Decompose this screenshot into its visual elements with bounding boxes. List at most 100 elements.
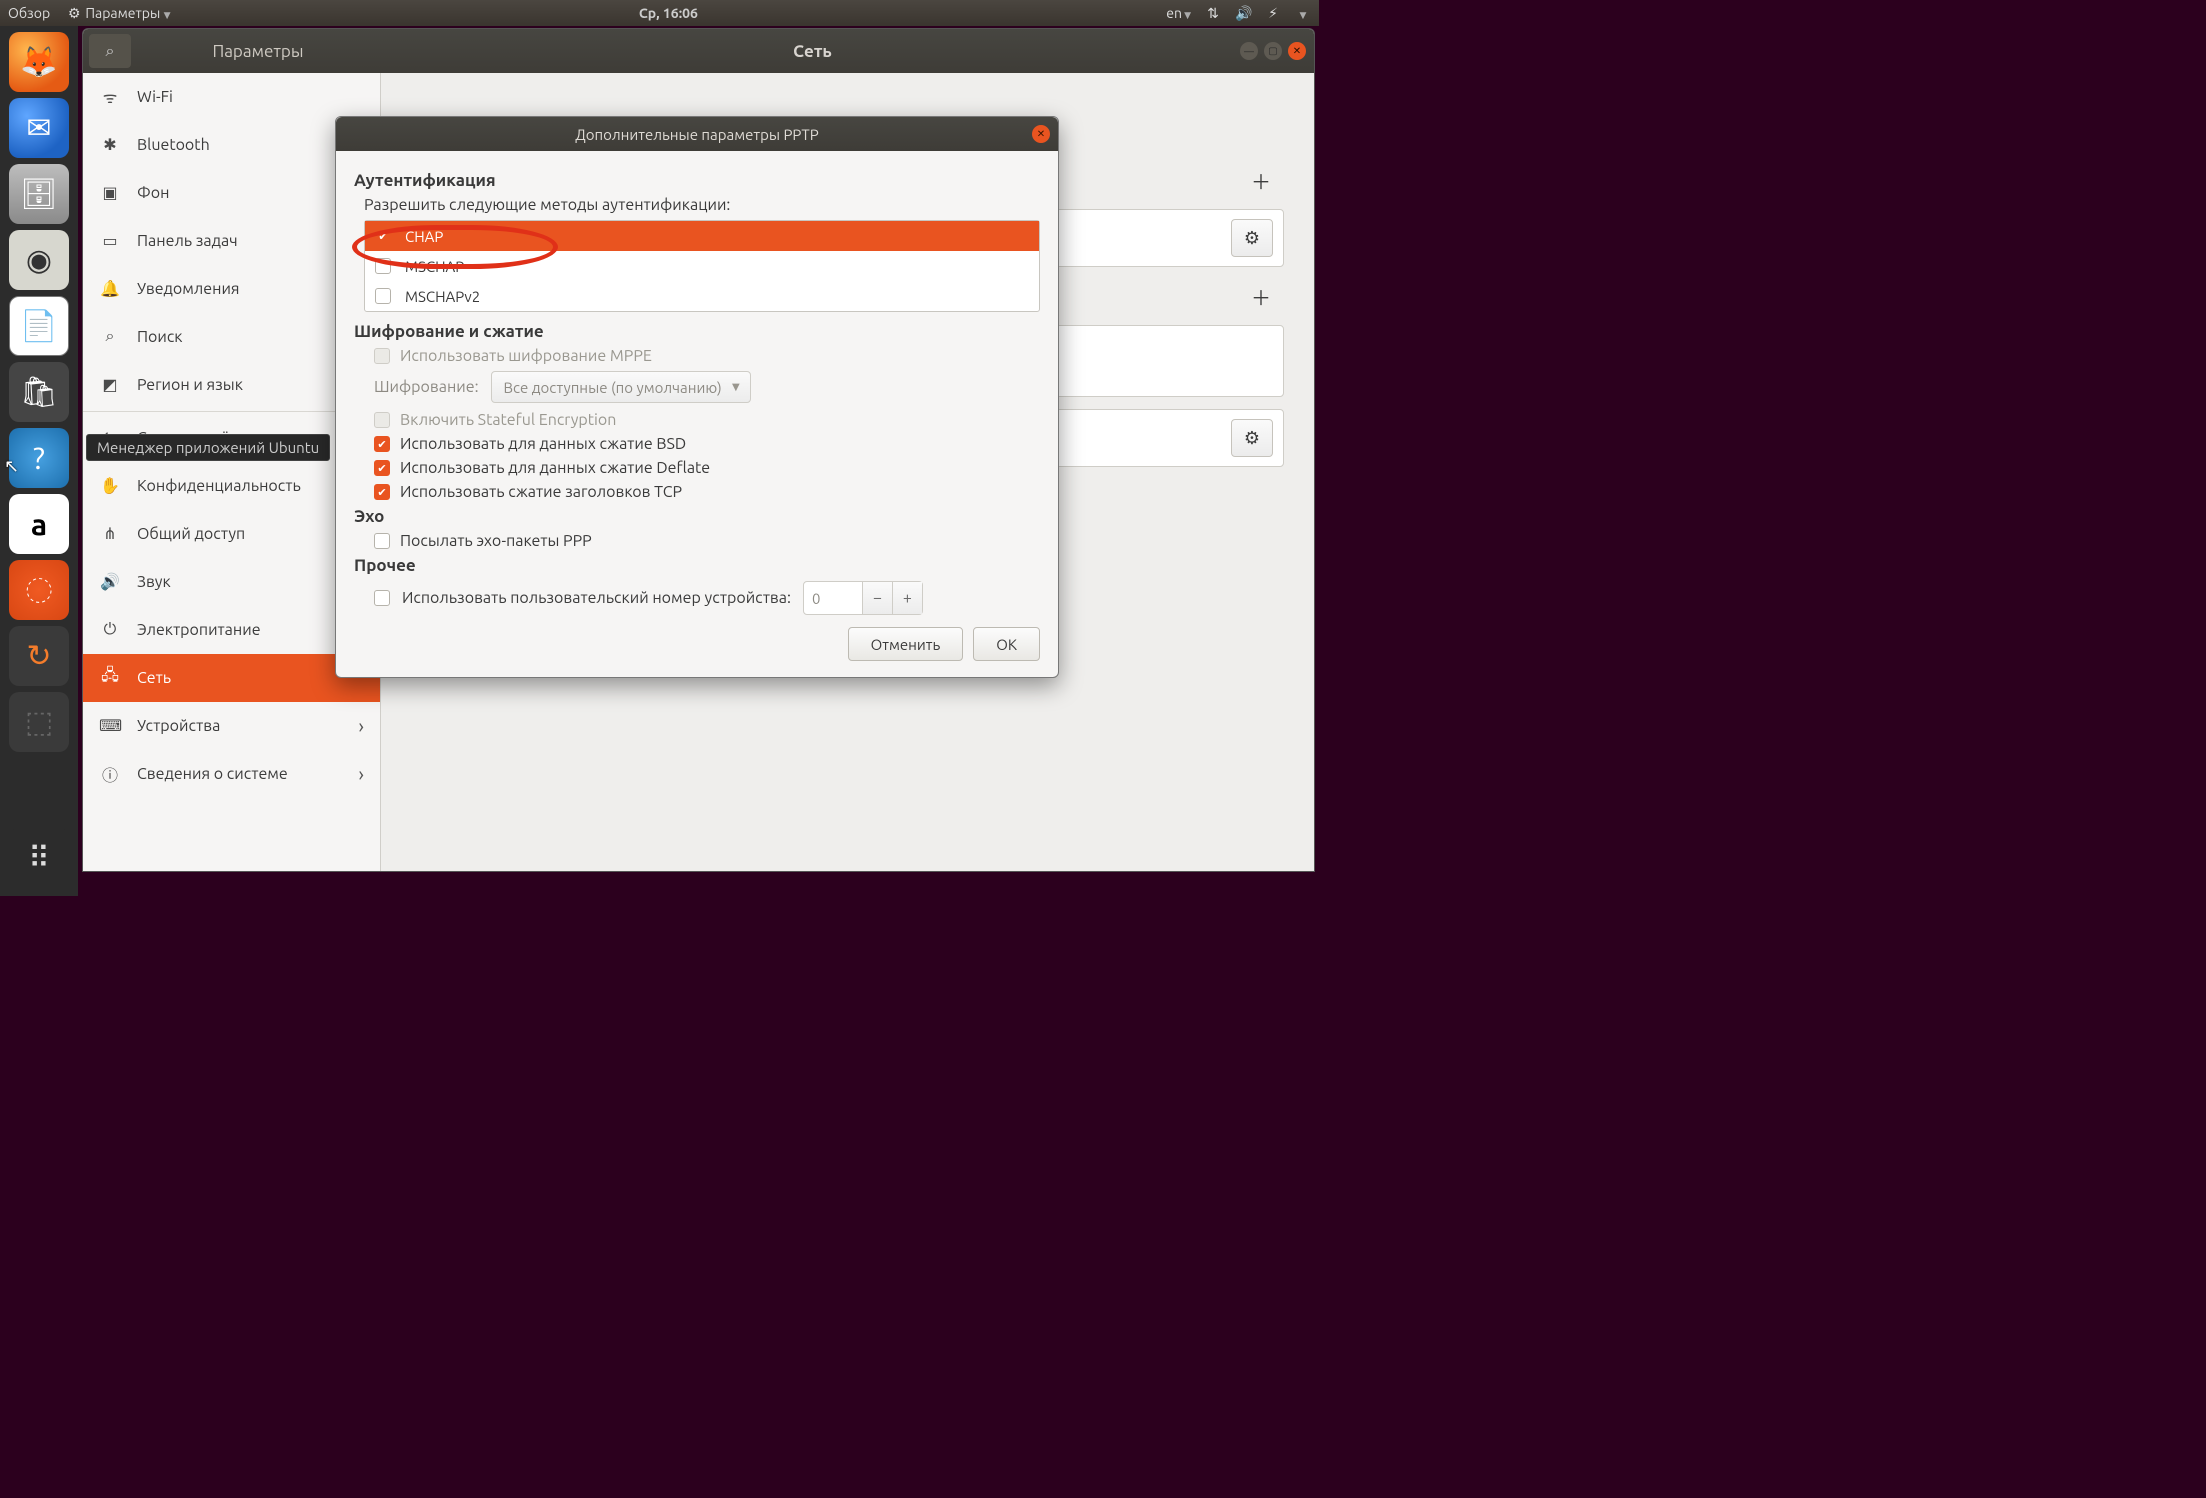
launcher-help[interactable]: ? [9,428,69,488]
window-center-title: Сеть [385,42,1240,61]
auth-method-label: MSCHAPv2 [405,288,480,305]
bsd-compress-checkbox[interactable]: ✔ Использовать для данных сжатие BSD [374,435,1040,453]
spin-up-button[interactable]: + [892,582,922,614]
encryption-section-header: Шифрование и сжатие [354,322,1040,341]
cancel-button[interactable]: Отменить [848,627,964,661]
connection-settings-button[interactable]: ⚙ [1231,219,1273,257]
add-connection-button[interactable]: ＋ [1248,166,1274,195]
auth-method-label: CHAP [405,228,443,245]
volume-icon[interactable]: 🔊 [1235,5,1251,22]
sidebar-item-wifi[interactable]: ᯤ Wi-Fi [83,73,380,121]
window-close[interactable]: ✕ [1288,42,1306,60]
close-icon: ✕ [1037,128,1045,140]
launcher-files[interactable]: 🗄 [9,164,69,224]
window-titlebar[interactable]: ⌕ Параметры Сеть — ▢ ✕ [83,29,1314,73]
pptp-advanced-dialog: Дополнительные параметры PPTP ✕ Аутентиф… [335,116,1059,678]
launcher-tooltip: Менеджер приложений Ubuntu [86,434,330,461]
app-menu[interactable]: ⚙ Параметры [66,5,170,22]
checkbox-icon[interactable] [374,533,390,549]
battery-icon[interactable]: ⚡ [1265,5,1281,22]
option-label: Использовать для данных сжатие Deflate [400,459,710,477]
option-label: Использовать сжатие заголовков TCP [400,483,682,501]
option-label: Использовать пользовательский номер устр… [402,589,791,607]
use-mppe-checkbox: Использовать шифрование MPPE [374,347,1040,365]
launcher-amazon[interactable]: a [9,494,69,554]
sidebar-item-details[interactable]: ⓘСведения о системе [83,750,380,798]
checkbox-checked-icon[interactable]: ✔ [374,436,390,452]
system-menu[interactable] [1295,5,1311,21]
option-label: Использовать для данных сжатие BSD [400,435,686,453]
gear-icon: ⚙ [1244,228,1260,249]
checkbox-icon [374,348,390,364]
unit-number-input[interactable] [804,590,862,607]
share-icon: ⋔ [99,524,121,543]
dock-icon: ▭ [99,231,121,250]
launcher-firefox[interactable]: 🦊 [9,32,69,92]
info-icon: ⓘ [99,762,121,786]
sidebar-label: Общий доступ [137,525,245,543]
privacy-icon: ✋ [99,476,121,495]
launcher-extra[interactable]: ⬚ [9,692,69,752]
echo-section-header: Эхо [354,507,1040,526]
auth-section-header: Аутентификация [354,171,1040,190]
search-button[interactable]: ⌕ [89,34,131,68]
sidebar-label: Регион и язык [137,376,243,394]
dialog-titlebar[interactable]: Дополнительные параметры PPTP ✕ [336,117,1058,151]
activities-button[interactable]: Обзор [8,5,50,21]
dialog-close-button[interactable]: ✕ [1032,125,1050,143]
spin-down-button[interactable]: − [862,582,892,614]
checkbox-icon [374,412,390,428]
network-icon[interactable]: ⇅ [1205,5,1221,22]
wifi-icon: ᯤ [99,86,121,108]
dialog-title: Дополнительные параметры PPTP [575,126,818,143]
lang-indicator[interactable]: en [1166,5,1191,21]
app-menu-label: Параметры [85,5,160,21]
launcher-writer[interactable]: 📄 [9,296,69,356]
encryption-combo: Все доступные (по умолчанию) [491,371,751,403]
network-icon: 🖧 [99,664,121,691]
unit-number-spinner[interactable]: − + [803,581,923,615]
window-maximize[interactable]: ▢ [1264,42,1282,60]
auth-method-mschap[interactable]: MSCHAP [365,251,1039,281]
sidebar-label: Bluetooth [137,136,210,154]
search-icon: ⌕ [99,327,121,346]
checkbox-icon[interactable] [375,288,391,304]
sidebar-label: Wi-Fi [137,88,173,106]
sidebar-label: Конфиденциальность [137,477,301,495]
launcher-software[interactable]: 🛍 [9,362,69,422]
launcher: 🦊 ✉ 🗄 ◉ 📄 🛍 ? a ◌ ↻ ⬚ ⠿ [0,26,78,896]
window-left-title: Параметры [131,42,385,61]
connection-settings-button[interactable]: ⚙ [1231,419,1273,457]
tcp-header-compress-checkbox[interactable]: ✔ Использовать сжатие заголовков TCP [374,483,1040,501]
unit-number-checkbox[interactable] [374,590,390,606]
gear-icon: ⚙ [1244,428,1260,449]
option-label: Посылать эхо-пакеты PPP [400,532,592,550]
ok-button[interactable]: ОК [973,627,1040,661]
sidebar-item-devices[interactable]: ⌨Устройства [83,702,380,750]
checkbox-icon[interactable] [375,258,391,274]
deflate-compress-checkbox[interactable]: ✔ Использовать для данных сжатие Deflate [374,459,1040,477]
bell-icon: 🔔 [99,279,121,298]
top-panel: Обзор ⚙ Параметры Ср, 16:06 en ⇅ 🔊 ⚡ [0,0,1319,26]
add-connection-button[interactable]: ＋ [1248,282,1274,311]
sidebar-label: Уведомления [137,280,240,298]
echo-packets-checkbox[interactable]: Посылать эхо-пакеты PPP [374,532,1040,550]
option-label: Использовать шифрование MPPE [400,347,652,365]
launcher-settings[interactable]: ◌ [9,560,69,620]
launcher-updater[interactable]: ↻ [9,626,69,686]
auth-method-chap[interactable]: ✔ CHAP [365,221,1039,251]
checkbox-checked-icon[interactable]: ✔ [375,228,391,244]
launcher-thunderbird[interactable]: ✉ [9,98,69,158]
clock[interactable]: Ср, 16:06 [170,5,1166,21]
launcher-rhythmbox[interactable]: ◉ [9,230,69,290]
auth-method-mschapv2[interactable]: MSCHAPv2 [365,281,1039,311]
devices-icon: ⌨ [99,716,121,735]
launcher-show-apps[interactable]: ⠿ [9,828,69,888]
sidebar-label: Звук [137,573,171,591]
checkbox-checked-icon[interactable]: ✔ [374,484,390,500]
sidebar-label: Панель задач [137,232,238,250]
power-icon: ⏻ [99,620,121,639]
checkbox-checked-icon[interactable]: ✔ [374,460,390,476]
window-minimize[interactable]: — [1240,42,1258,60]
background-icon: ▣ [99,183,121,202]
